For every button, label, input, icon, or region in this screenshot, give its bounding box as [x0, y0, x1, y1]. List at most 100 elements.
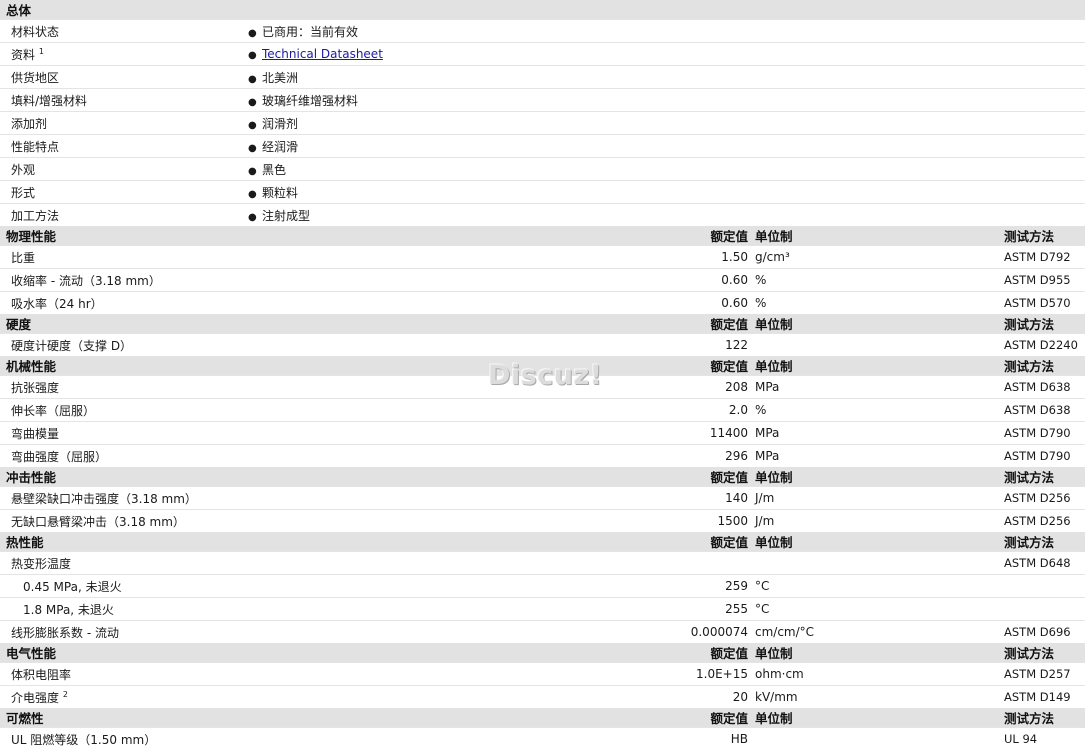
column-header-rated: 额定值 — [648, 467, 752, 487]
property-label-text: 加工方法 — [11, 208, 60, 223]
property-label-text: 无缺口悬臂梁冲击（3.18 mm） — [11, 514, 185, 529]
property-label-text: 悬壁梁缺口冲击强度（3.18 mm） — [11, 491, 197, 506]
column-header-unit: 单位制 — [752, 708, 1004, 728]
section-title: 热性能 — [0, 532, 648, 552]
property-label-text: 弯曲强度（屈服） — [11, 449, 108, 464]
bullet-icon: ● — [248, 188, 257, 200]
rated-value: 208 — [648, 375, 752, 399]
unit-value: kV/mm — [752, 685, 1004, 708]
property-value-cell: ● 润滑剂 — [248, 111, 1085, 135]
unit-value: % — [752, 291, 1004, 314]
property-label: 线形膨胀系数 - 流动 — [0, 620, 648, 643]
property-value: 经润滑 — [262, 139, 299, 154]
test-method — [1004, 574, 1085, 598]
property-label-text: 形式 — [11, 185, 36, 200]
property-label-text: 抗张强度 — [11, 380, 60, 395]
property-row: 0.45 MPa, 未退火 259 °C — [0, 574, 1085, 598]
unit-value — [752, 551, 1004, 575]
property-value-cell: ● 黑色 — [248, 157, 1085, 181]
property-row: 伸长率（屈服） 2.0% ASTM D638 — [0, 398, 1085, 422]
rated-value: 20 — [648, 685, 752, 708]
property-label: 硬度计硬度（支撑 D） — [0, 333, 648, 356]
property-label-text: UL 阻燃等级（1.50 mm） — [11, 732, 157, 747]
bullet-icon: ● — [248, 142, 257, 154]
property-label-text: 供货地区 — [11, 70, 60, 85]
property-label: 外观 — [0, 157, 248, 181]
section-header: 电气性能 额定值 单位制 测试方法 — [0, 643, 1085, 663]
rated-value: 11400 — [648, 421, 752, 445]
section-header-general: 总体 — [0, 0, 1085, 20]
property-label-text: 填料/增强材料 — [11, 93, 88, 108]
property-label: 比重 — [0, 245, 648, 269]
general-row: 性能特点 ● 经润滑 — [0, 134, 1085, 158]
datasheet-link[interactable]: Technical Datasheet — [262, 47, 383, 61]
unit-value: J/m — [752, 509, 1004, 532]
general-row: 形式 ● 颗粒料 — [0, 180, 1085, 204]
column-header-unit: 单位制 — [752, 314, 1004, 334]
rated-value: 259 — [648, 574, 752, 598]
unit-value: g/cm³ — [752, 245, 1004, 269]
property-value: 北美洲 — [262, 70, 299, 85]
property-value: 润滑剂 — [262, 116, 299, 131]
column-header-rated: 额定值 — [648, 226, 752, 246]
test-method: ASTM D790 — [1004, 421, 1085, 445]
column-header-unit: 单位制 — [752, 467, 1004, 487]
unit-value: % — [752, 268, 1004, 292]
property-label: 悬壁梁缺口冲击强度（3.18 mm） — [0, 486, 648, 510]
section-title: 总体 — [0, 0, 1085, 20]
unit-value: J/m — [752, 486, 1004, 510]
rated-value: 255 — [648, 597, 752, 621]
property-label-text: 材料状态 — [11, 24, 60, 39]
property-row: 比重 1.50 g/cm³ ASTM D792 — [0, 245, 1085, 269]
rated-value: 140 — [648, 486, 752, 510]
column-header-rated: 额定值 — [648, 643, 752, 663]
footnote-marker[interactable]: 1 — [39, 47, 44, 56]
rated-value: 2.0 — [648, 398, 752, 422]
general-row: 供货地区 ● 北美洲 — [0, 65, 1085, 89]
property-label: 介电强度 2 — [0, 685, 648, 708]
footnote-marker[interactable]: 2 — [63, 690, 68, 699]
property-label: 资料 1 — [0, 42, 248, 66]
section-title: 电气性能 — [0, 643, 648, 663]
test-method: ASTM D256 — [1004, 509, 1085, 532]
test-method — [1004, 597, 1085, 621]
column-header-method: 测试方法 — [1004, 467, 1085, 487]
property-label: 0.45 MPa, 未退火 — [0, 574, 648, 598]
property-label: 热变形温度 — [0, 551, 648, 575]
property-label-text: 比重 — [11, 250, 36, 265]
column-header-method: 测试方法 — [1004, 226, 1085, 246]
property-label-text: 弯曲模量 — [11, 426, 60, 441]
rated-value: 1.50 — [648, 245, 752, 269]
property-value: 注射成型 — [262, 208, 311, 223]
property-label-text: 外观 — [11, 162, 36, 177]
unit-value: MPa — [752, 444, 1004, 467]
column-header-rated: 额定值 — [648, 356, 752, 376]
watermark: Discuz! — [488, 360, 603, 391]
property-value: 已商用：当前有效 — [262, 24, 359, 39]
bullet-icon: ● — [248, 27, 257, 39]
property-row: 弯曲模量 11400 MPa ASTM D790 — [0, 421, 1085, 445]
test-method: ASTM D2240 — [1004, 333, 1085, 356]
general-row: 材料状态 ● 已商用：当前有效 — [0, 19, 1085, 43]
property-label-text: 硬度计硬度（支撑 D） — [11, 338, 133, 353]
rated-value — [648, 551, 752, 575]
rated-value: 0.000074 — [648, 620, 752, 643]
section-header: 物理性能 额定值 单位制 测试方法 — [0, 226, 1085, 246]
property-label: 填料/增强材料 — [0, 88, 248, 112]
section-title: 冲击性能 — [0, 467, 648, 487]
property-row: 吸水率（24 hr） 0.60% ASTM D570 — [0, 291, 1085, 314]
unit-value: % — [752, 398, 1004, 422]
general-row: 外观 ● 黑色 — [0, 157, 1085, 181]
property-label-text: 伸长率（屈服） — [11, 403, 96, 418]
property-value: 玻璃纤维增强材料 — [262, 93, 359, 108]
property-value-cell: ● Technical Datasheet — [248, 42, 1085, 66]
unit-value: MPa — [752, 375, 1004, 399]
property-label-text: 介电强度 — [11, 690, 60, 705]
property-label-text: 性能特点 — [11, 139, 60, 154]
property-row: 无缺口悬臂梁冲击（3.18 mm） 1500 J/m ASTM D256 — [0, 509, 1085, 532]
property-label: 加工方法 — [0, 203, 248, 226]
section-header: 冲击性能 额定值 单位制 测试方法 — [0, 467, 1085, 487]
general-row: 填料/增强材料 ● 玻璃纤维增强材料 — [0, 88, 1085, 112]
column-header-rated: 额定值 — [648, 532, 752, 552]
column-header-method: 测试方法 — [1004, 356, 1085, 376]
